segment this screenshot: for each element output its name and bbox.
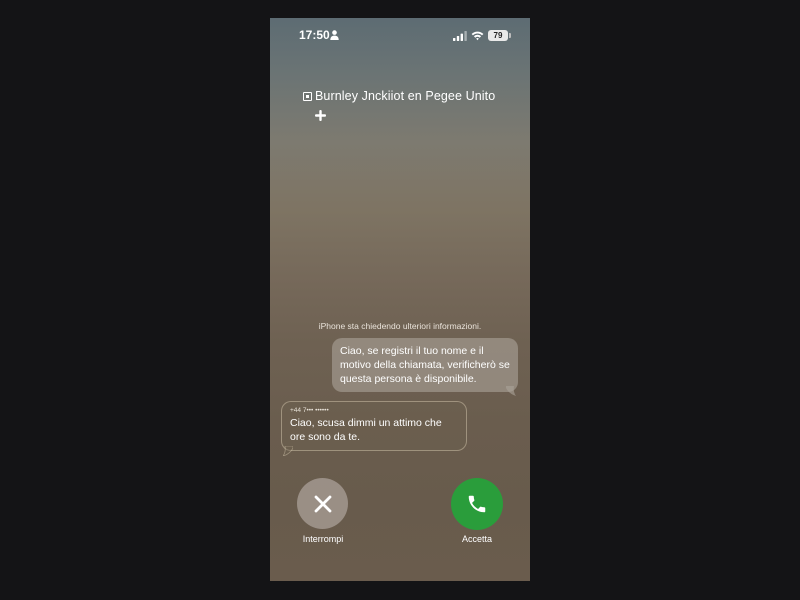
incoming-bubble-tail [283, 446, 293, 456]
incoming-call-screen: 17:50 79 Burnley Jnckiiot en Pegee Unito [270, 18, 530, 581]
status-time: 17:50 [299, 28, 330, 42]
decline-call-button[interactable] [297, 478, 348, 529]
accept-label: Accetta [461, 534, 492, 544]
status-bar: 17:50 79 [270, 18, 530, 54]
outgoing-bubble-tail [506, 386, 516, 396]
decline-label: Interrompi [302, 534, 344, 544]
person-icon [330, 30, 339, 40]
contact-badge-icon [303, 91, 312, 101]
wifi-icon [471, 31, 484, 41]
screen-background: 17:50 79 Burnley Jnckiiot en Pegee Unito [0, 0, 800, 600]
signal-icon [453, 31, 467, 41]
battery-indicator: 79 [488, 30, 508, 41]
battery-cap [509, 33, 511, 38]
phone-icon [468, 495, 486, 513]
accept-call-button[interactable] [451, 478, 503, 530]
outgoing-message-bubble: Ciao, se registri il tuo nome e il motiv… [332, 338, 518, 392]
caller-number: +44 7••• •••••• [290, 407, 329, 414]
incoming-message-bubble: +44 7••• •••••• Ciao, scusa dimmi un att… [281, 401, 467, 451]
incoming-message-text: Ciao, scusa dimmi un attimo che ore sono… [290, 417, 442, 443]
caller-name: Burnley Jnckiiot en Pegee Unito [315, 89, 496, 103]
screening-status-text: iPhone sta chiedendo ulteriori informazi… [318, 321, 482, 331]
caller-info: Burnley Jnckiiot en Pegee Unito [303, 89, 495, 103]
close-icon [314, 495, 331, 512]
plus-icon[interactable] [315, 110, 326, 121]
